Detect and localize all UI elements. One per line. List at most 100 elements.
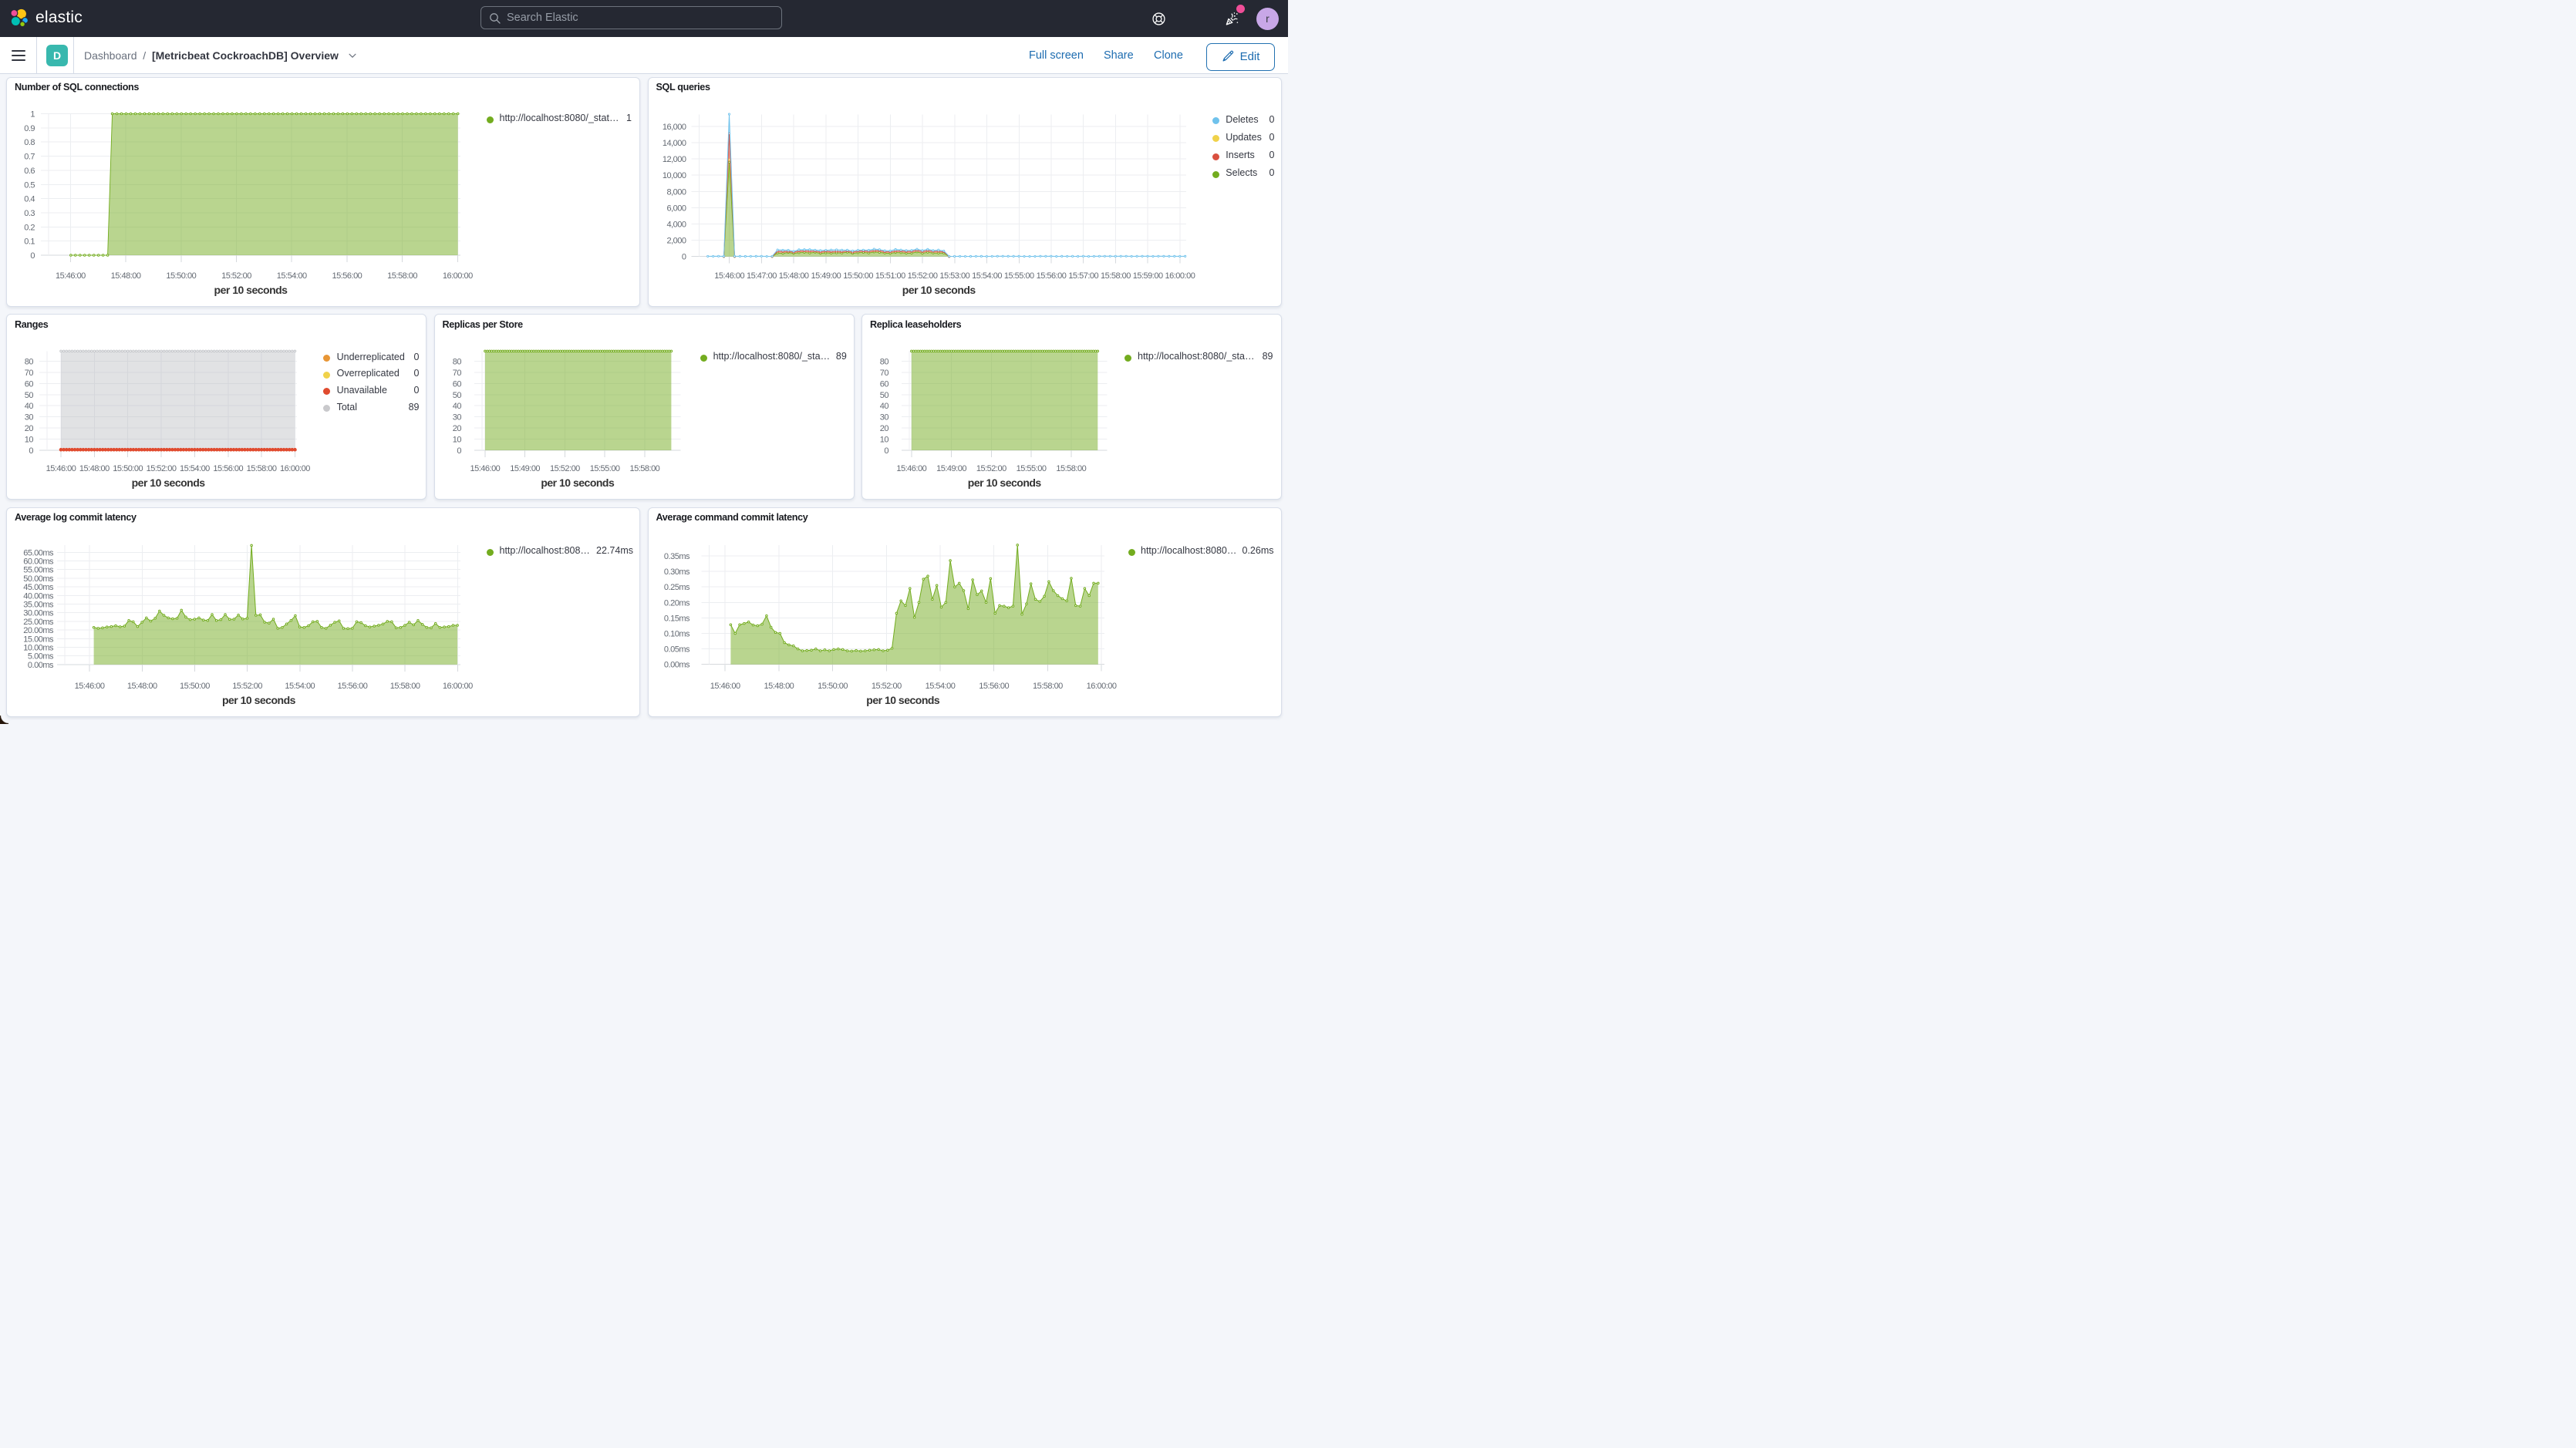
svg-text:15:56:00: 15:56:00 <box>332 271 362 281</box>
svg-text:15:46:00: 15:46:00 <box>46 464 76 473</box>
svg-text:16:00:00: 16:00:00 <box>443 271 473 281</box>
svg-text:5.00ms: 5.00ms <box>28 652 54 661</box>
svg-text:15:48:00: 15:48:00 <box>127 682 157 691</box>
svg-text:15:46:00: 15:46:00 <box>56 271 86 281</box>
svg-text:15:54:00: 15:54:00 <box>277 271 307 281</box>
svg-text:10,000: 10,000 <box>662 171 686 180</box>
svg-text:16:00:00: 16:00:00 <box>280 464 310 473</box>
svg-text:80: 80 <box>452 357 461 366</box>
svg-text:0.8: 0.8 <box>24 138 35 147</box>
svg-text:0.20ms: 0.20ms <box>663 598 690 608</box>
svg-text:15:54:00: 15:54:00 <box>925 682 955 691</box>
svg-text:15:49:00: 15:49:00 <box>811 271 841 281</box>
svg-text:10: 10 <box>452 436 461 445</box>
svg-text:15:58:00: 15:58:00 <box>1032 682 1062 691</box>
svg-text:15:52:00: 15:52:00 <box>549 464 579 473</box>
svg-text:20: 20 <box>880 424 889 433</box>
svg-text:80: 80 <box>880 357 889 366</box>
svg-text:15:50:00: 15:50:00 <box>843 271 873 281</box>
svg-text:16,000: 16,000 <box>662 122 686 131</box>
svg-text:20: 20 <box>25 424 34 433</box>
svg-text:10: 10 <box>25 436 34 445</box>
svg-text:50: 50 <box>25 391 34 400</box>
svg-text:15:55:00: 15:55:00 <box>589 464 619 473</box>
svg-text:30: 30 <box>25 413 34 423</box>
svg-text:50.00ms: 50.00ms <box>23 574 54 583</box>
svg-text:12,000: 12,000 <box>662 155 686 164</box>
svg-text:50: 50 <box>880 391 889 400</box>
svg-text:25.00ms: 25.00ms <box>23 617 54 626</box>
svg-text:80: 80 <box>25 357 34 366</box>
svg-text:15:52:00: 15:52:00 <box>871 682 901 691</box>
svg-text:0: 0 <box>30 251 35 261</box>
svg-text:20.00ms: 20.00ms <box>23 626 54 635</box>
svg-text:60: 60 <box>880 379 889 389</box>
svg-text:15:56:00: 15:56:00 <box>1036 271 1066 281</box>
svg-text:60.00ms: 60.00ms <box>23 557 54 566</box>
svg-text:0.00ms: 0.00ms <box>28 660 54 669</box>
svg-text:15:50:00: 15:50:00 <box>818 682 848 691</box>
svg-text:per 10 seconds: per 10 seconds <box>866 693 940 705</box>
svg-text:15:57:00: 15:57:00 <box>1068 271 1098 281</box>
svg-text:15:58:00: 15:58:00 <box>247 464 277 473</box>
svg-text:2,000: 2,000 <box>666 236 686 245</box>
svg-text:15:55:00: 15:55:00 <box>1017 464 1047 473</box>
svg-text:30.00ms: 30.00ms <box>23 608 54 618</box>
svg-text:0: 0 <box>29 446 33 456</box>
svg-text:40: 40 <box>25 402 34 411</box>
svg-text:15:54:00: 15:54:00 <box>285 682 315 691</box>
svg-text:15:50:00: 15:50:00 <box>113 464 143 473</box>
svg-text:per 10 seconds: per 10 seconds <box>222 693 296 705</box>
svg-text:4,000: 4,000 <box>666 220 686 229</box>
svg-text:30: 30 <box>452 413 461 423</box>
svg-text:0.10ms: 0.10ms <box>663 629 690 638</box>
svg-text:50: 50 <box>452 391 461 400</box>
svg-text:15:48:00: 15:48:00 <box>764 682 794 691</box>
svg-text:15.00ms: 15.00ms <box>23 635 54 644</box>
svg-text:0.4: 0.4 <box>24 194 35 204</box>
svg-text:15:46:00: 15:46:00 <box>470 464 500 473</box>
svg-text:0.5: 0.5 <box>24 180 35 190</box>
svg-text:70: 70 <box>880 369 889 378</box>
svg-text:15:52:00: 15:52:00 <box>232 682 262 691</box>
svg-text:0.25ms: 0.25ms <box>663 583 690 592</box>
svg-text:16:00:00: 16:00:00 <box>443 682 473 691</box>
svg-text:0.2: 0.2 <box>24 223 35 232</box>
svg-text:35.00ms: 35.00ms <box>23 600 54 609</box>
svg-text:15:59:00: 15:59:00 <box>1132 271 1162 281</box>
svg-text:15:58:00: 15:58:00 <box>1056 464 1086 473</box>
svg-text:0.7: 0.7 <box>24 152 35 161</box>
svg-text:8,000: 8,000 <box>666 187 686 197</box>
svg-text:15:47:00: 15:47:00 <box>747 271 777 281</box>
svg-text:15:58:00: 15:58:00 <box>629 464 659 473</box>
svg-text:10.00ms: 10.00ms <box>23 643 54 652</box>
svg-text:1: 1 <box>30 109 35 119</box>
svg-text:40.00ms: 40.00ms <box>23 591 54 601</box>
svg-text:0.3: 0.3 <box>24 208 35 217</box>
svg-text:0.00ms: 0.00ms <box>663 660 690 669</box>
svg-text:15:50:00: 15:50:00 <box>166 271 196 281</box>
svg-text:70: 70 <box>452 369 461 378</box>
svg-text:16:00:00: 16:00:00 <box>1165 271 1195 281</box>
svg-text:15:58:00: 15:58:00 <box>1101 271 1131 281</box>
svg-text:15:48:00: 15:48:00 <box>79 464 110 473</box>
svg-text:15:51:00: 15:51:00 <box>875 271 905 281</box>
svg-text:0.35ms: 0.35ms <box>663 552 690 561</box>
svg-text:60: 60 <box>25 379 34 389</box>
svg-text:per 10 seconds: per 10 seconds <box>132 476 206 489</box>
svg-text:55.00ms: 55.00ms <box>23 565 54 574</box>
svg-text:14,000: 14,000 <box>662 139 686 148</box>
svg-text:15:53:00: 15:53:00 <box>939 271 969 281</box>
svg-text:20: 20 <box>452 424 461 433</box>
svg-text:15:46:00: 15:46:00 <box>710 682 740 691</box>
svg-text:0.9: 0.9 <box>24 123 35 133</box>
svg-text:15:58:00: 15:58:00 <box>390 682 420 691</box>
svg-text:15:56:00: 15:56:00 <box>338 682 368 691</box>
svg-text:15:46:00: 15:46:00 <box>714 271 744 281</box>
svg-text:15:52:00: 15:52:00 <box>907 271 937 281</box>
svg-text:15:50:00: 15:50:00 <box>180 682 210 691</box>
svg-text:0.30ms: 0.30ms <box>663 567 690 577</box>
svg-text:15:52:00: 15:52:00 <box>147 464 177 473</box>
svg-text:15:48:00: 15:48:00 <box>778 271 808 281</box>
svg-text:60: 60 <box>452 379 461 389</box>
